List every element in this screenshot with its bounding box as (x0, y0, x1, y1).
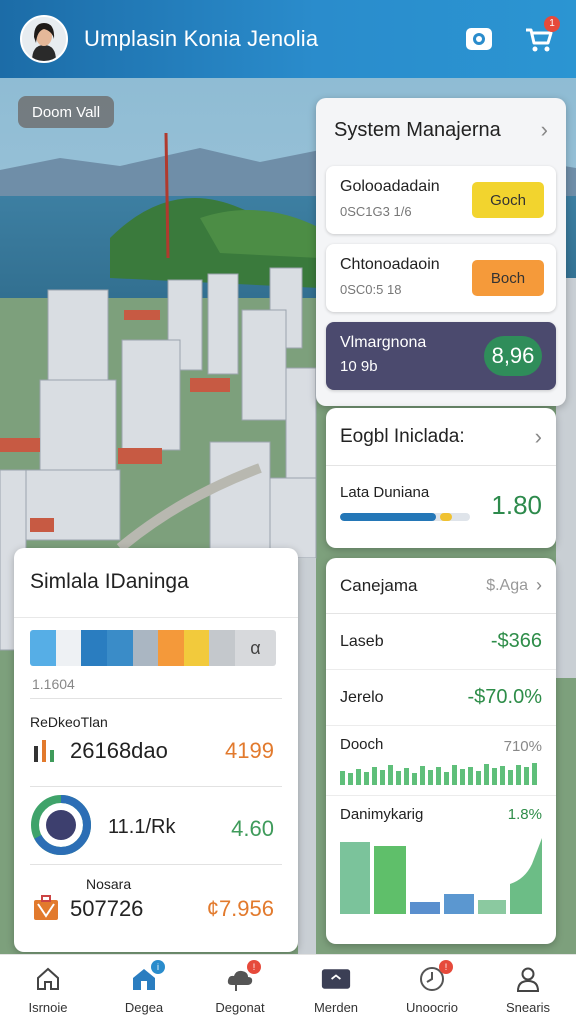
nav-item-unoocrio[interactable]: ! Unoocrio (384, 955, 480, 1024)
palette-alpha-swatch[interactable]: α (235, 630, 276, 666)
value-badge: 8,96 (484, 336, 542, 376)
divider (30, 698, 282, 699)
area-chart-row: Danimykarig 1.8% (326, 796, 556, 930)
nav-item-home[interactable]: Isrnoie (0, 955, 96, 1024)
global-card-value: 1.80 (491, 490, 542, 520)
camera-icon (466, 28, 492, 50)
donut-chart-icon (31, 795, 91, 855)
clock-badge-icon: ! (417, 960, 453, 994)
cloud-badge-icon: ! (225, 960, 261, 994)
nav-label: Degonat (215, 1000, 265, 1015)
progress-bar (340, 513, 470, 521)
cart-button[interactable]: 1 (522, 16, 560, 56)
profile-icon (513, 964, 543, 994)
palette-swatch[interactable] (106, 630, 133, 666)
cart-badge: 1 (544, 16, 560, 32)
progress-fill-secondary (440, 513, 452, 521)
location-chip[interactable]: Doom Vall (18, 96, 115, 128)
nav-label: Snearis (505, 1000, 551, 1015)
global-card-title: Eogbl Iniclada: (340, 425, 465, 447)
system-panel-title: System Manajerna (334, 118, 501, 141)
finance-row-amount: -$366 (490, 630, 542, 652)
nav-badge: ! (247, 960, 261, 974)
palette-swatch[interactable] (132, 630, 159, 666)
nav-badge: ! (439, 960, 453, 974)
simulation-row[interactable]: 11.1/Rk 4.60 (30, 792, 282, 864)
briefcase-icon (34, 895, 58, 920)
nav-label: Degea (124, 1000, 164, 1015)
simulation-row-value: 4199 (225, 738, 274, 763)
finance-row-label: Laseb (340, 632, 384, 650)
sparkline-row: Dooch 710% (326, 726, 556, 796)
home-icon (33, 964, 63, 994)
global-indicator-card: Eogbl Iniclada: › Lata Duniana 1.80 (326, 408, 556, 548)
nav-item-profile[interactable]: Snearis (480, 955, 576, 1024)
system-panel-header[interactable]: System Manajerna › (316, 98, 566, 162)
simulation-row-title: ReDkeoTlan (30, 714, 108, 730)
palette-swatch[interactable] (30, 630, 56, 666)
nav-item-degea[interactable]: i Degea (96, 955, 192, 1024)
status-badge[interactable]: Boch (472, 260, 544, 296)
progress-fill-primary (340, 513, 437, 521)
simulation-row[interactable]: ReDkeoTlan 26168dao 4199 (30, 714, 282, 778)
palette-caption: 1.1604 (32, 676, 75, 692)
finance-card-header[interactable]: Canejama $.Aga › (326, 558, 556, 614)
simulation-card: Simlala IDaninga α 1.1604 ReDkeoTlan 261… (14, 548, 298, 952)
palette-swatch[interactable] (209, 630, 235, 666)
system-item[interactable]: Golooadadain 0SC1G3 1/6 Goch (326, 166, 556, 234)
global-card-header[interactable]: Eogbl Iniclada: › (326, 408, 556, 466)
simulation-row-main: 11.1/Rk (108, 816, 176, 838)
camera-button[interactable] (462, 22, 496, 56)
nav-label: Isrnoie (28, 1000, 68, 1015)
simulation-row-value: ¢7.956 (206, 896, 274, 921)
app-title: Umplasin Konia Jenolia (84, 26, 319, 51)
palette-swatch[interactable] (158, 630, 184, 666)
nav-label: Unoocrio (405, 1000, 459, 1015)
divider (30, 786, 282, 787)
status-badge[interactable]: Goch (472, 182, 544, 218)
system-item[interactable]: Chtonoadaoin 0SC0:5 18 Boch (326, 244, 556, 312)
system-management-panel: System Manajerna › Golooadadain 0SC1G3 1… (316, 98, 566, 406)
message-icon (321, 964, 351, 994)
simulation-card-title: Simlala IDaninga (14, 548, 298, 618)
app-header: Umplasin Konia Jenolia 1 (0, 0, 576, 78)
chevron-right-icon: › (540, 117, 548, 142)
chevron-right-icon: › (534, 423, 542, 449)
finance-row[interactable]: Jerelo -$70.0% (326, 670, 556, 726)
avatar[interactable] (20, 15, 68, 63)
area-chart (340, 838, 542, 914)
simulation-row-title: Nosara (86, 876, 132, 892)
color-palette[interactable]: α (30, 630, 276, 666)
nav-item-degonat[interactable]: ! Degonat (192, 955, 288, 1024)
simulation-row-main: 26168dao (70, 738, 168, 763)
finance-row-amount: -$70.0% (467, 686, 543, 708)
palette-swatch[interactable] (55, 630, 82, 666)
palette-swatch[interactable] (81, 630, 107, 666)
finance-card-subtitle: $.Aga (486, 576, 528, 594)
house-badge-icon: i (129, 960, 165, 994)
area-chart-percent: 1.8% (507, 806, 542, 823)
sparkline-percent: 710% (503, 738, 542, 755)
system-item-highlighted[interactable]: Vlmargnona 10 9b 8,96 (326, 322, 556, 390)
palette-swatch[interactable] (183, 630, 210, 666)
finance-row-label: Jerelo (340, 688, 384, 706)
finance-card: Canejama $.Aga › Laseb -$366 Jerelo -$70… (326, 558, 556, 944)
chevron-right-icon: › (536, 575, 542, 595)
user-portrait-icon (22, 17, 66, 61)
chart-bars-icon (34, 740, 54, 762)
simulation-row-main: 507726 (70, 896, 144, 921)
simulation-row[interactable]: Nosara 507726 ¢7.956 (30, 874, 282, 934)
nav-badge: i (151, 960, 165, 974)
nav-label: Merden (313, 1000, 359, 1015)
divider (30, 864, 282, 865)
simulation-row-value: 4.60 (231, 816, 274, 841)
finance-card-title: Canejama (340, 575, 418, 595)
finance-row[interactable]: Laseb -$366 (326, 614, 556, 670)
nav-item-merden[interactable]: Merden (288, 955, 384, 1024)
sparkline-bars (340, 763, 537, 785)
bottom-navigation: Isrnoie i Degea ! Degonat Merden ! Unooc… (0, 954, 576, 1024)
